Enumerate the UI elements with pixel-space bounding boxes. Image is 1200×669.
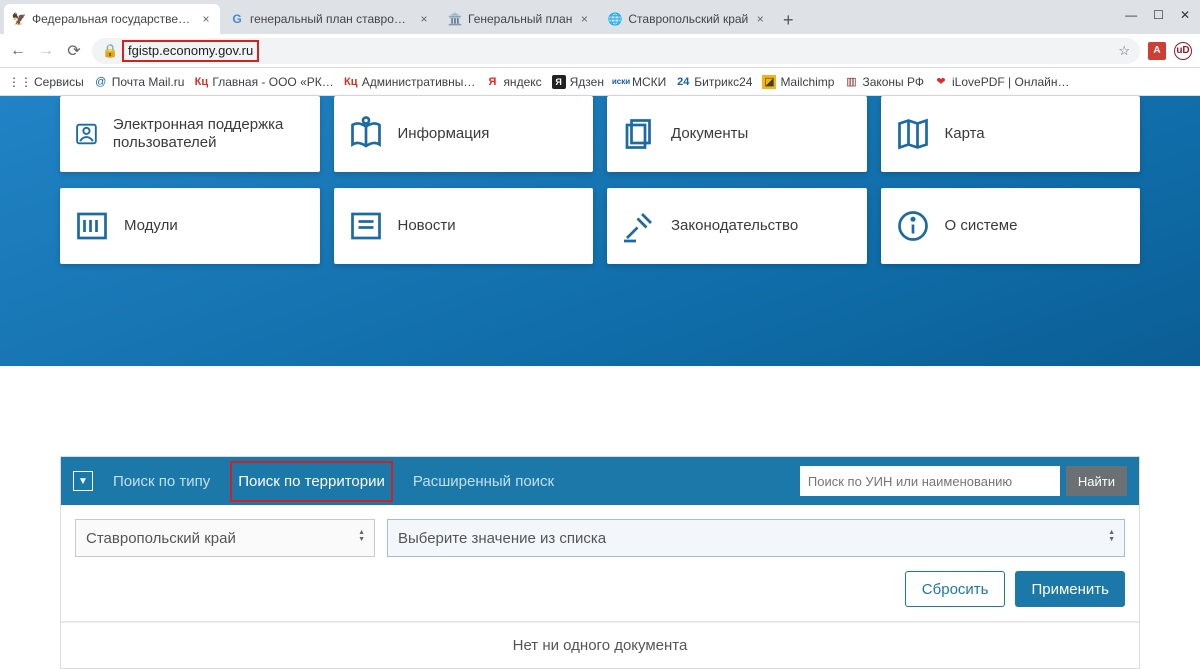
gavel-icon [621,208,657,244]
bookmark-item[interactable]: 24Битрикс24 [676,75,752,89]
bookmark-item[interactable]: Яяндекс [485,75,541,89]
card-label: О системе [945,217,1018,235]
bookmark-item[interactable]: КцАдминистративны… [344,75,476,89]
favicon-3: 🌐 [608,12,622,26]
find-button[interactable]: Найти [1066,466,1127,496]
card-label: Модули [124,217,178,235]
close-window-button[interactable]: ✕ [1180,8,1190,22]
url-text: fgistp.economy.gov.ru [122,40,259,62]
browser-tab-2[interactable]: 🏛️ Генеральный план × [440,4,598,34]
reset-button[interactable]: Сбросить [905,571,1006,607]
lock-icon: 🔒 [102,43,116,59]
bookmark-item[interactable]: КцГлавная - ООО «РК… [194,75,333,89]
tab-label: генеральный план ставропольс [250,12,412,26]
user-icon [74,116,99,152]
docs-icon [621,116,657,152]
card-law[interactable]: Законодательство [607,188,867,264]
card-about[interactable]: О системе [881,188,1141,264]
close-icon[interactable]: × [578,12,590,26]
browser-tab-3[interactable]: 🌐 Ставропольский край × [600,4,774,34]
chevron-icon [1108,529,1115,543]
bookmark-item[interactable]: ЯЯдзен [552,75,604,89]
browser-nav-bar: ← → ⟳ 🔒 fgistp.economy.gov.ru ☆ A uD [0,34,1200,68]
card-map[interactable]: Карта [881,96,1141,172]
card-news[interactable]: Новости [334,188,594,264]
hero-section: Электронная поддержка пользователей Инфо… [0,96,1200,366]
modules-icon [74,208,110,244]
adobe-ext-icon[interactable]: A [1148,42,1166,60]
favicon-0: 🦅 [12,12,26,26]
browser-tab-strip: 🦅 Федеральная государственная и × G гене… [0,0,1200,34]
close-icon[interactable]: × [754,12,766,26]
card-modules[interactable]: Модули [60,188,320,264]
card-label: Новости [398,217,456,235]
search-body: Ставропольский край Выберите значение из… [61,505,1139,622]
tab-search-type[interactable]: Поиск по типу [109,473,214,490]
tab-label: Ставропольский край [628,12,748,26]
card-label: Законодательство [671,217,798,235]
bookmark-item[interactable]: @Почта Mail.ru [94,75,185,89]
tab-search-territory[interactable]: Поиск по территории [230,461,393,502]
star-icon[interactable]: ☆ [1118,43,1130,59]
maximize-button[interactable]: ☐ [1153,8,1164,22]
search-input[interactable] [800,466,1060,496]
bookmark-item[interactable]: искиМСКИ [614,75,666,89]
region-select[interactable]: Ставропольский край [75,519,375,557]
favicon-1: G [230,12,244,26]
card-support[interactable]: Электронная поддержка пользователей [60,96,320,172]
ublock-ext-icon[interactable]: uD [1174,42,1192,60]
card-label: Информация [398,125,490,143]
apply-button[interactable]: Применить [1015,571,1125,607]
close-icon[interactable]: × [418,12,430,26]
forward-button[interactable]: → [36,42,56,60]
map-icon [895,116,931,152]
bookmark-item[interactable]: ❤iLovePDF | Онлайн… [934,75,1069,89]
new-tab-button[interactable]: + [776,10,800,34]
card-label: Электронная поддержка пользователей [113,116,306,152]
bookmarks-bar: ⋮⋮ Сервисы @Почта Mail.ru КцГлавная - ОО… [0,68,1200,96]
card-info[interactable]: Информация [334,96,594,172]
tab-search-advanced[interactable]: Расширенный поиск [409,473,558,490]
card-documents[interactable]: Документы [607,96,867,172]
toggle-button[interactable]: ▼ [73,471,93,491]
address-bar[interactable]: 🔒 fgistp.economy.gov.ru ☆ [92,38,1140,64]
window-controls: — ☐ ✕ [1125,0,1200,34]
info-icon [895,208,931,244]
news-icon [348,208,384,244]
back-button[interactable]: ← [8,42,28,60]
tab-label: Генеральный план [468,12,572,26]
value-select[interactable]: Выберите значение из списка [387,519,1125,557]
card-label: Карта [945,125,985,143]
close-icon[interactable]: × [200,12,212,26]
reload-button[interactable]: ⟳ [64,41,84,61]
apps-button[interactable]: ⋮⋮ [8,75,24,89]
browser-tab-0[interactable]: 🦅 Федеральная государственная и × [4,4,220,34]
search-panel: ▼ Поиск по типу Поиск по территории Расш… [60,456,1140,669]
browser-tab-1[interactable]: G генеральный план ставропольс × [222,4,438,34]
book-icon [348,116,384,152]
bookmark-item[interactable]: ▥Законы РФ [844,75,924,89]
page-viewport: Электронная поддержка пользователей Инфо… [0,96,1200,669]
favicon-2: 🏛️ [448,12,462,26]
empty-message: Нет ни одного документа [61,622,1139,668]
minimize-button[interactable]: — [1125,8,1137,22]
search-tabs-bar: ▼ Поиск по типу Поиск по территории Расш… [61,457,1139,505]
card-label: Документы [671,125,748,143]
bookmark-item[interactable]: Сервисы [34,75,84,89]
bookmark-item[interactable]: ◪Mailchimp [762,75,834,89]
chevron-icon [358,529,365,543]
tab-label: Федеральная государственная и [32,12,194,26]
